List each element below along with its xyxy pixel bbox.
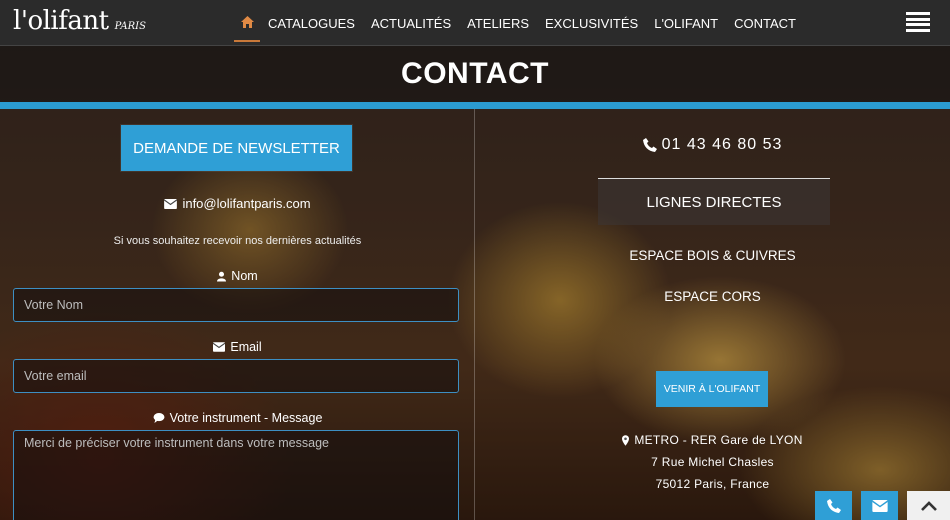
address-line-3: 75012 Paris, France [655,477,770,491]
hamburger-line [906,23,930,27]
phone-number-text: 01 43 46 80 53 [661,136,783,153]
nav-item-catalogues[interactable]: CATALOGUES [260,0,363,46]
direct-lines-button[interactable]: LIGNES DIRECTES [598,178,830,225]
name-label: Nom [0,269,475,283]
nav-links: CATALOGUES ACTUALITÉS ATELIERS EXCLUSIVI… [234,0,804,46]
phone-number[interactable]: 01 43 46 80 53 [475,136,950,154]
nav-item-lolifant[interactable]: L'OLIFANT [646,0,726,46]
hamburger-line [906,17,930,21]
subscribe-text: Si vous souhaitez recevoir nos dernières… [113,235,362,247]
name-input[interactable] [13,288,459,322]
logo-subtitle: PARIS [114,21,146,32]
call-float-button[interactable] [815,491,852,520]
phone-icon [826,499,841,513]
map-marker-icon [622,434,630,446]
address-line-1: METRO - RER Gare de LYON [475,433,950,447]
nav-item-ateliers[interactable]: ATELIERS [459,0,537,46]
hamburger-line [906,12,930,15]
email-address: info@lolifantparis.com [182,196,311,211]
message-label: Votre instrument - Message [0,411,475,425]
nav-item-contact[interactable]: CONTACT [726,0,804,46]
hamburger-menu-icon[interactable] [906,12,930,32]
address-line-1-text: METRO - RER Gare de LYON [634,433,803,447]
email-label: Email [0,340,475,354]
home-icon [240,16,254,28]
title-band: CONTACT [0,46,950,102]
name-label-text: Nom [231,269,258,283]
chevron-up-icon [920,501,937,511]
page-title: CONTACT [401,57,549,90]
envelope-icon [164,198,178,209]
user-icon [217,271,227,281]
address-line-2: 7 Rue Michel Chasles [651,455,774,469]
hamburger-line [906,28,930,32]
envelope-icon [871,500,888,512]
line-cors[interactable]: ESPACE CORS [475,289,950,304]
nav-item-exclusivites[interactable]: EXCLUSIVITÉS [537,0,646,46]
nav-home[interactable] [234,4,260,42]
nav-item-actualites[interactable]: ACTUALITÉS [363,0,459,46]
logo[interactable]: l'olifant PARIS [13,6,146,36]
visit-button[interactable]: VENIR À L'OLIFANT [656,371,768,407]
top-navbar: l'olifant PARIS CATALOGUES ACTUALITÉS AT… [0,0,950,46]
email-input[interactable] [13,359,459,393]
phone-icon [642,138,657,152]
email-label-text: Email [230,340,262,354]
email-float-button[interactable] [861,491,898,520]
scroll-top-button[interactable] [907,491,950,520]
title-accent-bar [0,102,950,109]
newsletter-request-button[interactable]: DEMANDE DE NEWSLETTER [121,125,352,171]
newsletter-email[interactable]: info@lolifantparis.com [0,196,475,211]
envelope-icon [213,342,226,352]
logo-name: l'olifant [13,6,109,36]
line-bois-cuivres[interactable]: ESPACE BOIS & CUIVRES [475,248,950,263]
message-textarea[interactable] [13,430,459,520]
message-label-text: Votre instrument - Message [169,411,323,425]
comment-icon [153,413,165,423]
